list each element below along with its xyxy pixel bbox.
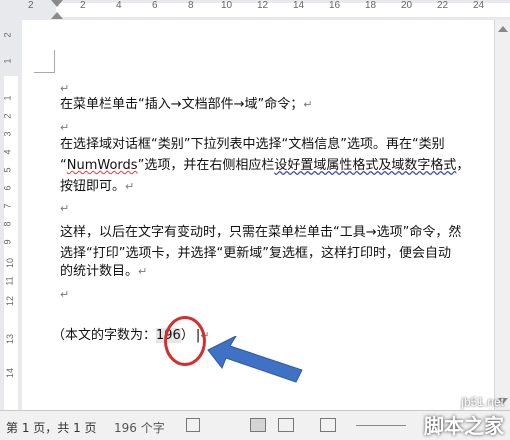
ruler-tick: 16 [329,0,341,11]
ruler-tick: 1 [2,95,13,101]
ruler-tick: 8 [2,221,13,227]
ruler-tick: 5 [2,167,13,173]
ruler-tick: 4 [2,149,13,155]
ruler-tick: 2 [2,32,13,38]
spelling-error-word[interactable]: NumWords [67,158,138,173]
ruler-tick: 12 [257,0,269,11]
ruler-tick: 8 [188,0,194,11]
paragraph-2-line-2[interactable]: “NumWords”选项，并在右侧相应栏设好置域属性格式及域数字格式， [60,157,469,175]
paragraph-mark: ↵ [125,180,135,193]
paragraph-text: “ [60,158,67,173]
paragraph-1[interactable]: 在菜单栏单击“插入→文档部件→域”命令；↵ [60,96,312,114]
ruler-tick: 13 [5,333,16,345]
annotation-arrow-icon [207,336,303,383]
ruler-tick: 22 [437,0,449,11]
ruler-tick: 14 [293,0,305,11]
grammar-flagged-text[interactable]: 设好置域属性格式及域数字格式 [274,158,456,173]
ruler-tick: 4 [116,0,122,11]
ruler-tick: 24 [473,0,485,11]
vertical-ruler[interactable]: 2 1 1 2 3 4 5 6 7 8 9 10 11 12 13 14 [0,20,23,410]
ruler-tick: 1 [2,58,13,64]
paragraph-mark: ↵ [303,98,313,111]
paragraph-mark: ↵ [60,202,70,215]
paragraph-mark: ↵ [60,121,70,134]
ruler-tick: 6 [2,185,13,191]
scroll-up-icon[interactable] [498,26,508,32]
paragraph-text: 选择“打印”选项卡，并选择“更新域”复选框，这样打印时，便会自动 [60,246,451,261]
ruler-tick: 10 [221,0,233,11]
ruler-tick: 14 [5,367,16,379]
ruler-tick: 2 [2,113,13,119]
paragraph-mark: ↵ [138,265,148,278]
empty-paragraph[interactable]: ↵ [60,286,69,304]
ruler-tick: 7 [2,203,13,209]
paragraph-2-line-1[interactable]: 在选择域对话框“类别”下拉列表中选择“文档信息”选项。再在“类别 [60,136,445,154]
ruler-tick: 18 [365,0,377,11]
empty-paragraph[interactable]: ↵ [60,119,69,137]
paragraph-text: （本文的字数为： [52,328,157,343]
ruler-tick: 20 [401,0,413,11]
ruler-tick: 2 [80,0,86,11]
ruler-tick: 12 [5,295,16,307]
ruler-tick: 6 [152,0,158,11]
paragraph-text: 在选择域对话框“类别”下拉列表中选择“文档信息”选项。再在“类别 [60,137,445,152]
paragraph-mark: ↵ [60,82,70,95]
paragraph-3-line-3[interactable]: 的统计数目。↵ [60,263,147,281]
web-layout-icon[interactable] [320,418,336,432]
watermark-name: 脚本之家 [424,414,504,438]
paragraph-text: 在菜单栏单击“插入→文档部件→域”命令； [60,97,304,112]
print-layout-view-icon[interactable] [250,418,266,432]
ruler-tick: 10 [5,257,16,269]
proofing-icon[interactable] [186,418,200,432]
paragraph-3-line-1[interactable]: 这样，以后在文字有变动时，只需在菜单栏单击“工具→选项”命令，然 [60,224,461,242]
horizontal-ruler[interactable]: 2 2 4 6 8 10 12 14 16 18 20 22 24 [0,0,510,21]
paragraph-text: ， [456,158,470,173]
empty-paragraph[interactable]: ↵ [60,200,69,218]
paragraph-mark: ↵ [60,288,70,301]
paragraph-text: 按钮即可。 [60,179,126,194]
hanging-indent-marker[interactable] [51,12,63,19]
paragraph-text: 的统计数目。 [60,264,139,279]
paragraph-2-line-3[interactable]: 按钮即可。↵ [60,178,134,196]
margin-corner-mark [34,50,55,73]
zoom-slider[interactable] [356,425,406,426]
paragraph-text: 这样，以后在文字有变动时，只需在菜单栏单击“工具→选项”命令，然 [60,225,462,240]
ruler-tick: 9 [2,239,13,245]
vertical-scrollbar[interactable] [494,20,510,410]
page-count-status[interactable]: 第 1 页，共 1 页 [6,419,97,436]
watermark-site: jb51.net [461,395,504,409]
ruler-tick: 2 [28,0,34,11]
paragraph-3-line-2[interactable]: 选择“打印”选项卡，并选择“更新域”复选框，这样打印时，便会自动 [60,245,451,263]
ruler-tick: 11 [4,276,15,286]
ruler-tick: 3 [2,131,13,137]
full-screen-reading-icon[interactable] [278,418,294,432]
paragraph-text: ”选项，并在右侧相应栏 [137,158,275,173]
word-count-status[interactable]: 196 个字 [114,419,165,436]
first-line-indent-marker[interactable] [51,0,63,7]
